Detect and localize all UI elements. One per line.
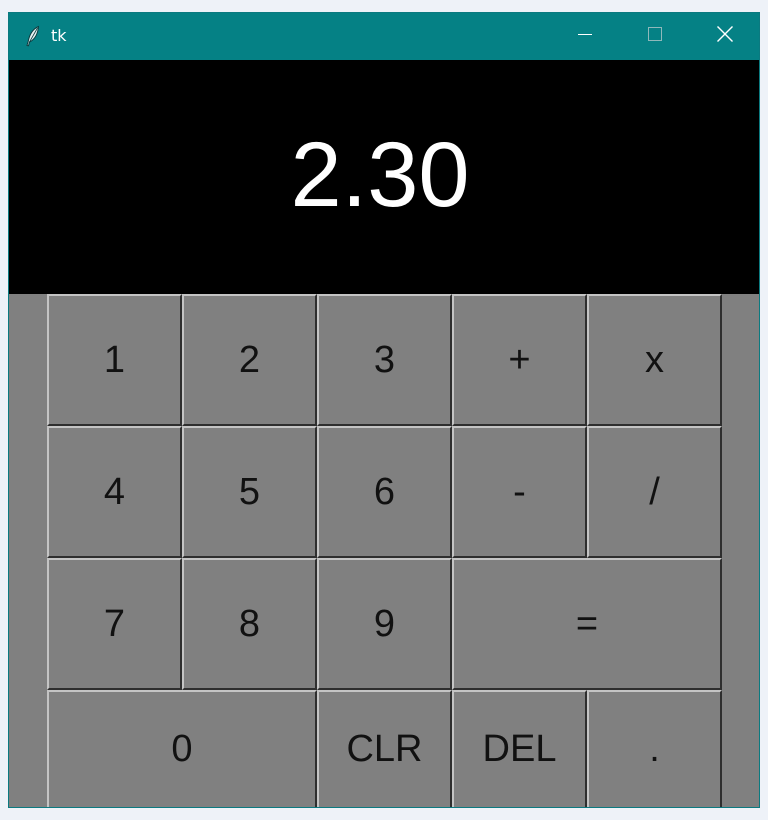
maximize-button[interactable]: [621, 13, 689, 60]
key-decimal[interactable]: .: [587, 690, 722, 807]
key-multiply[interactable]: x: [587, 294, 722, 426]
window-title: tk: [51, 26, 67, 45]
title-bar[interactable]: tk: [9, 13, 759, 60]
close-button[interactable]: [691, 13, 759, 60]
feather-icon: [25, 25, 41, 47]
key-plus[interactable]: +: [452, 294, 587, 426]
key-4[interactable]: 4: [47, 426, 182, 558]
calculator-window: tk 2.30 1 2 3 + x 4 5 6 - / 7 8 9 = 0 CL…: [8, 12, 760, 808]
key-1[interactable]: 1: [47, 294, 182, 426]
key-minus[interactable]: -: [452, 426, 587, 558]
key-clear[interactable]: CLR: [317, 690, 452, 807]
key-5[interactable]: 5: [182, 426, 317, 558]
maximize-icon: [647, 26, 663, 47]
key-3[interactable]: 3: [317, 294, 452, 426]
result-display: 2.30: [9, 60, 759, 294]
close-icon: [716, 25, 734, 48]
key-2[interactable]: 2: [182, 294, 317, 426]
key-divide[interactable]: /: [587, 426, 722, 558]
minimize-icon: [577, 26, 593, 47]
key-6[interactable]: 6: [317, 426, 452, 558]
key-7[interactable]: 7: [47, 558, 182, 690]
display-value: 2.30: [290, 124, 470, 226]
desktop: tk 2.30 1 2 3 + x 4 5 6 - / 7 8 9 = 0 CL…: [0, 0, 768, 820]
key-delete[interactable]: DEL: [452, 690, 587, 807]
key-equals[interactable]: =: [452, 558, 722, 690]
key-0[interactable]: 0: [47, 690, 317, 807]
key-9[interactable]: 9: [317, 558, 452, 690]
key-8[interactable]: 8: [182, 558, 317, 690]
keypad: 1 2 3 + x 4 5 6 - / 7 8 9 = 0 CLR DEL .: [47, 294, 722, 807]
minimize-button[interactable]: [551, 13, 619, 60]
